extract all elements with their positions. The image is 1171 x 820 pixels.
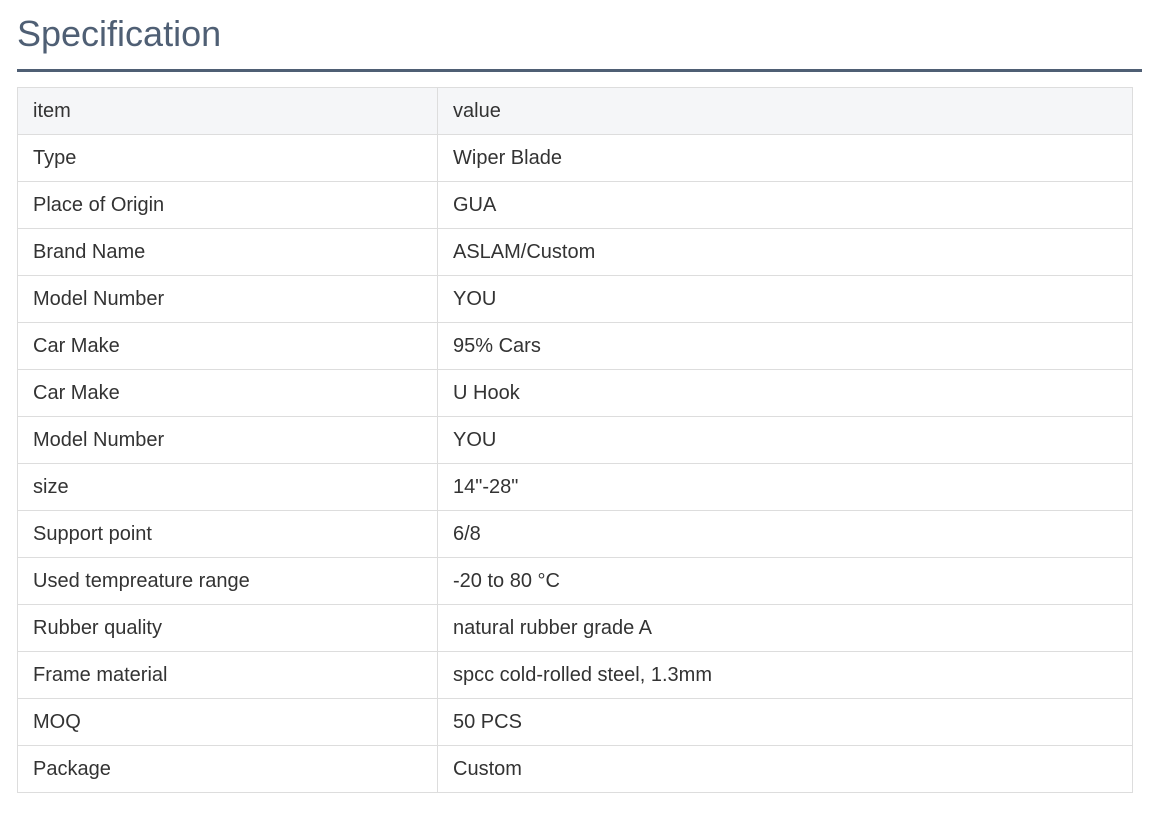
value-cell: 6/8: [437, 510, 1133, 558]
table-row: size 14"-28": [17, 463, 1133, 511]
value-cell: -20 to 80 °C: [437, 557, 1133, 605]
table-row: MOQ 50 PCS: [17, 698, 1133, 746]
table-row: Model Number YOU: [17, 416, 1133, 464]
table-row: Place of Origin GUA: [17, 181, 1133, 229]
table-row: Package Custom: [17, 745, 1133, 793]
value-cell: Custom: [437, 745, 1133, 793]
value-cell: YOU: [437, 275, 1133, 323]
value-cell: Wiper Blade: [437, 134, 1133, 182]
item-cell: Model Number: [17, 416, 438, 464]
table-row: Brand Name ASLAM/Custom: [17, 228, 1133, 276]
title-divider: [17, 69, 1142, 72]
value-cell: 14"-28": [437, 463, 1133, 511]
table-row: Frame material spcc cold-rolled steel, 1…: [17, 651, 1133, 699]
value-cell: 95% Cars: [437, 322, 1133, 370]
item-cell: Package: [17, 745, 438, 793]
table-header-row: item value: [17, 87, 1133, 135]
item-cell: Model Number: [17, 275, 438, 323]
table-row: Support point 6/8: [17, 510, 1133, 558]
table-row: Car Make 95% Cars: [17, 322, 1133, 370]
item-cell: Frame material: [17, 651, 438, 699]
table-row: Model Number YOU: [17, 275, 1133, 323]
item-cell: Brand Name: [17, 228, 438, 276]
item-cell: size: [17, 463, 438, 511]
item-cell: Used tempreature range: [17, 557, 438, 605]
value-cell: ASLAM/Custom: [437, 228, 1133, 276]
value-cell: spcc cold-rolled steel, 1.3mm: [437, 651, 1133, 699]
value-cell: natural rubber grade A: [437, 604, 1133, 652]
table-row: Used tempreature range -20 to 80 °C: [17, 557, 1133, 605]
item-cell: Place of Origin: [17, 181, 438, 229]
item-cell: MOQ: [17, 698, 438, 746]
specification-section: Specification item value Type Wiper Blad…: [17, 0, 1142, 793]
value-cell: U Hook: [437, 369, 1133, 417]
header-value-cell: value: [437, 87, 1133, 135]
item-cell: Type: [17, 134, 438, 182]
value-cell: YOU: [437, 416, 1133, 464]
header-item-cell: item: [17, 87, 438, 135]
table-row: Rubber quality natural rubber grade A: [17, 604, 1133, 652]
specification-table: item value Type Wiper Blade Place of Ori…: [17, 87, 1133, 793]
table-row: Car Make U Hook: [17, 369, 1133, 417]
item-cell: Car Make: [17, 369, 438, 417]
value-cell: 50 PCS: [437, 698, 1133, 746]
item-cell: Rubber quality: [17, 604, 438, 652]
section-title: Specification: [17, 13, 222, 54]
table-row: Type Wiper Blade: [17, 134, 1133, 182]
value-cell: GUA: [437, 181, 1133, 229]
item-cell: Car Make: [17, 322, 438, 370]
item-cell: Support point: [17, 510, 438, 558]
